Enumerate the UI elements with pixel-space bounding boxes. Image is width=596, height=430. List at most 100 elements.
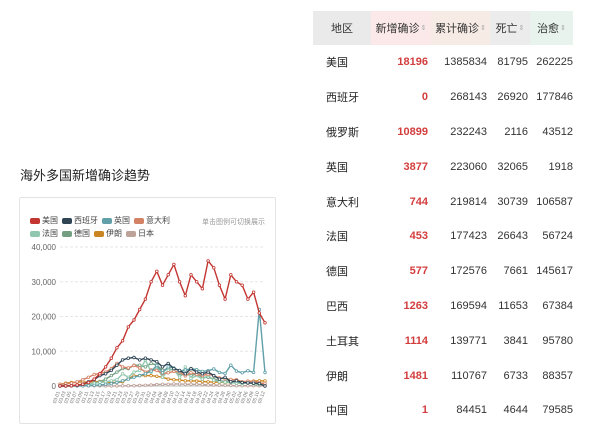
legend-item[interactable]: 英国 [102, 214, 130, 227]
data-point [177, 368, 182, 373]
data-point [189, 273, 193, 277]
data-point [143, 297, 148, 301]
data-point [126, 325, 130, 329]
data-point [234, 379, 239, 383]
data-point [132, 370, 136, 374]
data-point [194, 382, 199, 386]
data-point [251, 290, 256, 294]
data-point [240, 371, 244, 375]
header-new-confirmed[interactable]: 新增确诊 ⇕ [371, 11, 431, 45]
header-cured[interactable]: 治愈 ⇕ [530, 11, 573, 45]
data-point [183, 372, 187, 376]
data-point [149, 373, 153, 378]
data-point [126, 377, 130, 381]
data-point [183, 382, 187, 386]
y-tick-label: 40,000 [32, 243, 57, 252]
table-row: 西班牙 0 268143 26920 177846 [313, 80, 573, 115]
data-point [166, 365, 170, 369]
data-point [103, 382, 108, 386]
data-point [115, 380, 119, 385]
data-point [98, 383, 102, 387]
data-point [246, 383, 250, 388]
legend-label: 法国 [42, 229, 58, 238]
legend-item[interactable]: 法国 [30, 227, 58, 240]
data-point [223, 375, 227, 379]
data-point [92, 372, 96, 377]
cell-total-confirmed: 232243 [450, 125, 487, 138]
data-point [172, 382, 176, 386]
data-point [177, 280, 182, 284]
legend-label: 伊朗 [106, 229, 122, 238]
data-point [149, 383, 153, 387]
header-region[interactable]: 地区 [313, 11, 371, 45]
data-point [75, 380, 79, 384]
data-point [155, 363, 159, 368]
table-row: 法国 453 177423 26643 56724 [313, 219, 573, 254]
data-point [206, 259, 210, 263]
legend-label: 西班牙 [74, 216, 98, 225]
legend-item[interactable]: 美国 [30, 214, 58, 227]
cell-region: 伊朗 [326, 370, 348, 383]
cell-new-confirmed: 0 [421, 91, 428, 104]
data-point [160, 283, 165, 287]
data-point [132, 318, 136, 322]
data-point [257, 381, 261, 386]
cell-total-confirmed: 84451 [456, 404, 487, 417]
y-tick-label: 10,000 [32, 347, 57, 356]
data-point [229, 273, 233, 277]
data-point [183, 379, 187, 383]
data-point [229, 380, 233, 384]
cell-cured: 67384 [542, 299, 573, 312]
data-point [206, 383, 210, 387]
cell-new-confirmed: 1114 [404, 334, 428, 347]
legend-item[interactable]: 伊朗 [94, 227, 122, 240]
header-deaths[interactable]: 死亡 ⇕ [490, 11, 530, 45]
legend-hint: 单击图例可切换展示 [202, 219, 265, 226]
data-point [109, 381, 113, 386]
data-point [183, 368, 187, 372]
data-point [263, 370, 267, 375]
data-point [240, 283, 244, 287]
y-tick-label: 0 [52, 382, 57, 391]
header-total-confirmed[interactable]: 累计确诊 ⇕ [431, 11, 490, 45]
cell-cured: 262225 [536, 56, 573, 69]
legend-item[interactable]: 意大利 [134, 214, 170, 227]
data-point [109, 368, 113, 373]
table-row: 俄罗斯 10899 232243 2116 43512 [313, 115, 573, 150]
data-point [212, 373, 216, 378]
data-point [263, 384, 267, 388]
data-point [143, 372, 148, 376]
data-point [115, 363, 119, 367]
cell-total-confirmed: 110767 [451, 369, 487, 382]
legend-item[interactable]: 日本 [126, 227, 154, 240]
data-point [223, 383, 227, 387]
cell-deaths: 30739 [497, 195, 528, 208]
data-point [251, 381, 256, 385]
cell-deaths: 2116 [504, 125, 528, 138]
data-point [206, 380, 210, 384]
data-point [137, 373, 142, 378]
data-point [155, 359, 159, 364]
data-point [109, 356, 113, 360]
table-row: 中国 1 84451 4644 79585 [313, 393, 573, 428]
cell-deaths: 3841 [503, 334, 528, 347]
data-point [217, 370, 222, 375]
data-point [120, 372, 125, 376]
legend-item[interactable]: 西班牙 [62, 214, 98, 227]
data-point [229, 363, 233, 367]
cell-new-confirmed: 10899 [397, 125, 428, 138]
data-point [177, 382, 182, 386]
data-point [246, 368, 250, 373]
legend-swatch [94, 230, 104, 237]
data-point [58, 384, 62, 388]
data-point [126, 366, 130, 370]
data-point [115, 377, 119, 382]
table-row: 美国 18196 1385834 81795 262225 [313, 45, 573, 80]
legend-item[interactable]: 德国 [62, 227, 90, 240]
table-body: 美国 18196 1385834 81795 262225 西班牙 0 268143 26920… [313, 45, 573, 428]
cell-total-confirmed: 172576 [450, 265, 487, 278]
data-point [217, 377, 222, 381]
cell-deaths: 4644 [503, 404, 528, 417]
data-point [206, 370, 210, 374]
data-point [149, 280, 153, 284]
